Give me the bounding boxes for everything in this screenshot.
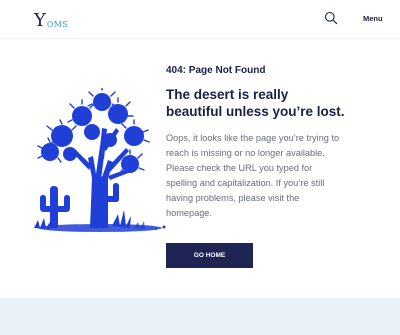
footer-band xyxy=(0,298,400,335)
logo-mark: Y xyxy=(34,10,46,31)
search-icon[interactable] xyxy=(324,11,338,25)
description-line-6: homepage. xyxy=(166,208,212,218)
description-line-1: Oops, it looks like the page you’re tryi… xyxy=(166,133,340,143)
logo-text: OMS xyxy=(46,20,69,29)
title-line-1: The desert is really xyxy=(166,87,289,102)
error-code-heading: 404: Page Not Found xyxy=(166,65,266,76)
description-line-3: Please check the URL you typed for xyxy=(166,163,313,173)
error-content: 404: Page Not Found The desert is really… xyxy=(166,64,381,221)
joshua-tree-illustration xyxy=(30,86,170,240)
page-title: The desert is really beautiful unless yo… xyxy=(166,86,381,120)
site-logo[interactable]: Y OMS xyxy=(34,9,68,31)
header-divider xyxy=(0,38,400,39)
menu-button[interactable]: Menu xyxy=(363,14,383,23)
go-home-button[interactable]: GO HOME xyxy=(166,243,253,268)
error-description: Oops, it looks like the page you’re tryi… xyxy=(166,131,371,221)
description-line-2: reach is missing or no longer available. xyxy=(166,148,325,158)
site-header: Y OMS Menu xyxy=(0,0,400,38)
description-line-4: spelling and capitalization. If you’re s… xyxy=(166,178,325,188)
title-line-2: beautiful unless you’re lost. xyxy=(166,104,345,119)
description-line-5: having problems, please visit the xyxy=(166,193,300,203)
